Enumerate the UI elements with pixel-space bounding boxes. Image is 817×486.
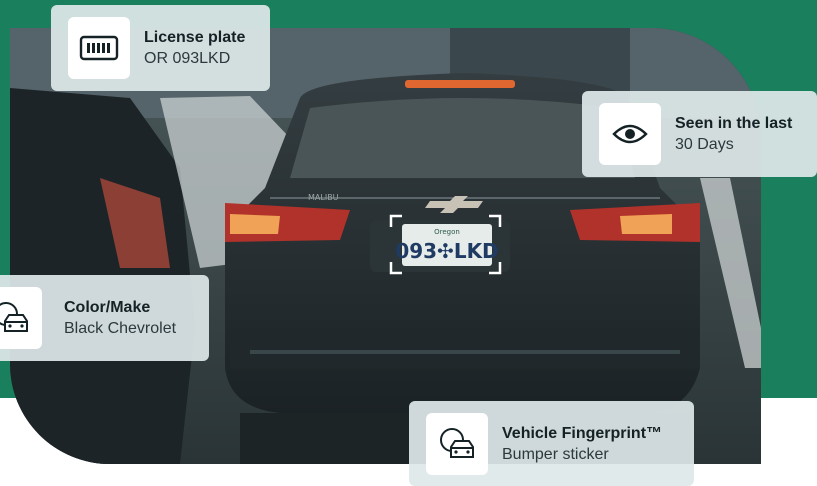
eye-icon-box bbox=[599, 103, 661, 165]
seen-title: Seen in the last bbox=[675, 115, 793, 132]
color-make-title: Color/Make bbox=[64, 299, 151, 316]
model-badge: MALIBU bbox=[308, 193, 339, 202]
plate-number-text: 093✣LKD bbox=[395, 239, 498, 263]
car-icon bbox=[0, 302, 28, 332]
license-plate-value: OR 093LKD bbox=[144, 50, 231, 67]
seen-value: 30 Days bbox=[675, 136, 734, 153]
license-plate-icon bbox=[79, 35, 119, 61]
license-plate-card: License plate OR 093LKD bbox=[51, 5, 270, 91]
vehicle-fingerprint-title: Vehicle Fingerprint™ bbox=[502, 424, 663, 442]
license-plate-icon-box bbox=[68, 17, 130, 79]
car-fingerprint-icon-box bbox=[426, 412, 488, 475]
seen-card: Seen in the last 30 Days bbox=[582, 91, 817, 177]
vehicle-fingerprint-value: Bumper sticker bbox=[502, 445, 609, 463]
hero-stage: Oregon 093✣LKD MALIBU License plate OR 0… bbox=[0, 0, 817, 486]
plate-state-text: Oregon bbox=[434, 228, 460, 236]
license-plate-title: License plate bbox=[144, 29, 246, 46]
car-fingerprint-icon bbox=[440, 427, 474, 458]
car-icon-box bbox=[0, 287, 42, 349]
color-make-value: Black Chevrolet bbox=[64, 320, 177, 337]
color-make-card: Color/Make Black Chevrolet bbox=[0, 275, 209, 361]
vehicle-fingerprint-card: Vehicle Fingerprint™ Bumper sticker bbox=[409, 401, 694, 486]
eye-icon bbox=[612, 124, 648, 144]
